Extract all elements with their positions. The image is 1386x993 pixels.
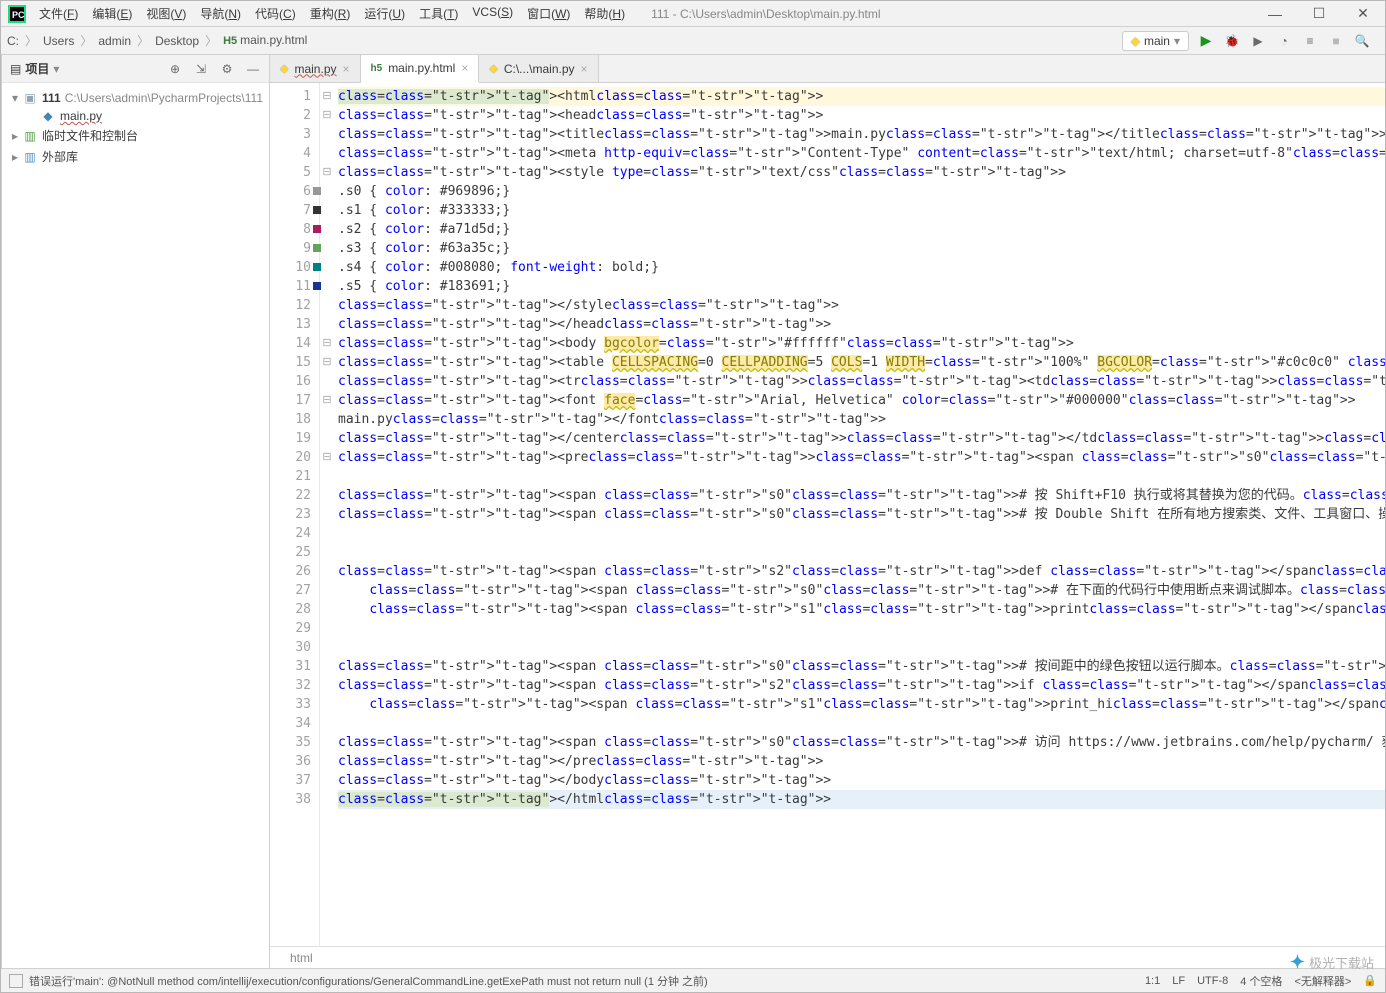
tree-external-label: 外部库	[42, 148, 78, 165]
caret-position[interactable]: 1:1	[1145, 975, 1160, 987]
target-icon[interactable]: ⊕	[167, 61, 183, 77]
breadcrumb-item[interactable]: Desktop	[155, 34, 199, 48]
project-panel-header[interactable]: ▤ 项目 ▾ ⊕ ⇲ ⚙ —	[2, 55, 269, 83]
tree-file-mainpy[interactable]: ◆ main.py	[2, 107, 269, 125]
tree-root-label: 111	[42, 91, 61, 105]
editor-breadcrumb-item: html	[290, 951, 313, 965]
tab-label: C:\...\main.py	[504, 62, 575, 76]
line-number-gutter[interactable]: 1234567891011121314151617181920212223242…	[270, 83, 320, 946]
more-run-button[interactable]: ≡	[1301, 32, 1319, 50]
search-everywhere-button[interactable]: 🔍	[1353, 32, 1371, 50]
breadcrumb-item[interactable]: Users	[43, 34, 74, 48]
menu-item[interactable]: 导航(N)	[194, 1, 247, 26]
ide-window: PC 文件(F)编辑(E)视图(V)导航(N)代码(C)重构(R)运行(U)工具…	[0, 0, 1386, 993]
tree-external-libs[interactable]: ▸▥ 外部库	[2, 146, 269, 167]
tab-label: main.py	[294, 62, 336, 76]
code-editor[interactable]: 1234567891011121314151617181920212223242…	[270, 83, 1385, 946]
settings-icon[interactable]: ⚙	[219, 61, 235, 77]
main-menu: 文件(F)编辑(E)视图(V)导航(N)代码(C)重构(R)运行(U)工具(T)…	[33, 1, 631, 26]
breadcrumb-separator: 〉	[201, 32, 221, 49]
close-button[interactable]: ✕	[1341, 1, 1385, 27]
tool-window-toggle[interactable]	[9, 974, 23, 988]
menu-item[interactable]: 帮助(H)	[578, 1, 631, 26]
status-bar: 错误运行'main': @NotNull method com/intellij…	[1, 968, 1385, 992]
close-tab-icon[interactable]: ×	[461, 61, 468, 75]
titlebar: PC 文件(F)编辑(E)视图(V)导航(N)代码(C)重构(R)运行(U)工具…	[1, 1, 1385, 27]
close-tab-icon[interactable]: ×	[581, 62, 588, 76]
menu-item[interactable]: 文件(F)	[33, 1, 84, 26]
tree-scratch-label: 临时文件和控制台	[42, 127, 138, 144]
line-separator[interactable]: LF	[1172, 975, 1185, 987]
project-tree[interactable]: ▾▣ 111 C:\Users\admin\PycharmProjects\11…	[2, 83, 269, 173]
window-controls: — ☐ ✕	[1253, 1, 1385, 27]
chevron-down-icon: ▾	[53, 62, 59, 76]
breadcrumb[interactable]: C:〉Users〉admin〉Desktop〉H5main.py.html	[7, 32, 307, 49]
main-area: ▤ 项目 ▾ ⊕ ⇲ ⚙ — ▾▣ 111 C:\Users\admin\Pyc…	[1, 55, 1385, 968]
run-config-name: main	[1144, 34, 1170, 48]
editor-tab[interactable]: ◆ C:\...\main.py ×	[479, 55, 598, 82]
run-button[interactable]: ▶	[1197, 32, 1215, 50]
lock-icon[interactable]: 🔒	[1363, 974, 1377, 987]
menu-item[interactable]: 视图(V)	[140, 1, 192, 26]
expand-icon[interactable]: ⇲	[193, 61, 209, 77]
close-tab-icon[interactable]: ×	[343, 62, 350, 76]
breadcrumb-item[interactable]: admin	[98, 34, 131, 48]
navbar: C:〉Users〉admin〉Desktop〉H5main.py.html ◆ …	[1, 27, 1385, 55]
minimize-button[interactable]: —	[1253, 1, 1297, 27]
svg-text:PC: PC	[12, 10, 25, 20]
breadcrumb-item[interactable]: H5main.py.html	[223, 33, 307, 48]
project-panel: ▤ 项目 ▾ ⊕ ⇲ ⚙ — ▾▣ 111 C:\Users\admin\Pyc…	[2, 55, 270, 968]
breadcrumb-separator: 〉	[21, 32, 41, 49]
indent-info[interactable]: 4 个空格	[1240, 973, 1282, 989]
tree-file-label: main.py	[60, 109, 102, 123]
run-toolbar: ▶ 🐞 ▶ ◔ ≡ ■ 🔍	[1189, 32, 1379, 50]
breadcrumb-separator: 〉	[76, 32, 96, 49]
breadcrumb-item[interactable]: C:	[7, 34, 19, 48]
menu-item[interactable]: 代码(C)	[249, 1, 302, 26]
menu-item[interactable]: 运行(U)	[358, 1, 411, 26]
fold-gutter[interactable]: ⊟⊟⊟⊟⊟⊟⊟	[320, 83, 334, 946]
python-icon: ◆	[1131, 34, 1140, 48]
menu-item[interactable]: VCS(S)	[466, 1, 519, 26]
python-icon: ◆	[489, 62, 497, 75]
hide-panel-icon[interactable]: —	[245, 61, 261, 77]
menu-item[interactable]: 重构(R)	[304, 1, 357, 26]
folder-icon: ▤	[10, 62, 21, 76]
tree-scratch[interactable]: ▸▥ 临时文件和控制台	[2, 125, 269, 146]
tree-root[interactable]: ▾▣ 111 C:\Users\admin\PycharmProjects\11…	[2, 89, 269, 107]
tree-root-path: C:\Users\admin\PycharmProjects\111	[65, 91, 263, 105]
html-icon: h5	[371, 63, 383, 74]
status-message[interactable]: 错误运行'main': @NotNull method com/intellij…	[29, 973, 708, 989]
pycharm-icon: PC	[7, 4, 27, 24]
editor-tab[interactable]: h5 main.py.html ×	[361, 55, 480, 83]
debug-button[interactable]: 🐞	[1223, 32, 1241, 50]
editor-tabs: ◆ main.py × h5 main.py.html × ◆ C:\...\main.py ×	[270, 55, 1385, 83]
menu-item[interactable]: 工具(T)	[413, 1, 464, 26]
code-content[interactable]: class=class="t-str">"t-tag"><htmlclass=c…	[334, 83, 1385, 946]
chevron-down-icon: ▾	[1174, 34, 1180, 48]
python-interpreter[interactable]: <无解释器>	[1294, 973, 1351, 989]
editor-area: ◆ main.py × h5 main.py.html × ◆ C:\...\main.py ×…	[270, 55, 1385, 968]
menu-item[interactable]: 窗口(W)	[521, 1, 576, 26]
stop-button[interactable]: ■	[1327, 32, 1345, 50]
maximize-button[interactable]: ☐	[1297, 1, 1341, 27]
file-encoding[interactable]: UTF-8	[1197, 975, 1228, 987]
menu-item[interactable]: 编辑(E)	[86, 1, 138, 26]
editor-breadcrumb[interactable]: html	[270, 946, 1385, 968]
project-panel-title: 项目	[25, 60, 49, 77]
python-icon: ◆	[280, 62, 288, 75]
window-title: 111 - C:\Users\admin\Desktop\main.py.htm…	[631, 7, 1253, 21]
coverage-button[interactable]: ▶	[1249, 32, 1267, 50]
run-config-selector[interactable]: ◆ main ▾	[1122, 31, 1189, 51]
profile-button[interactable]: ◔	[1275, 32, 1293, 50]
breadcrumb-separator: 〉	[133, 32, 153, 49]
tab-label: main.py.html	[388, 61, 455, 75]
editor-tab[interactable]: ◆ main.py ×	[270, 55, 361, 82]
